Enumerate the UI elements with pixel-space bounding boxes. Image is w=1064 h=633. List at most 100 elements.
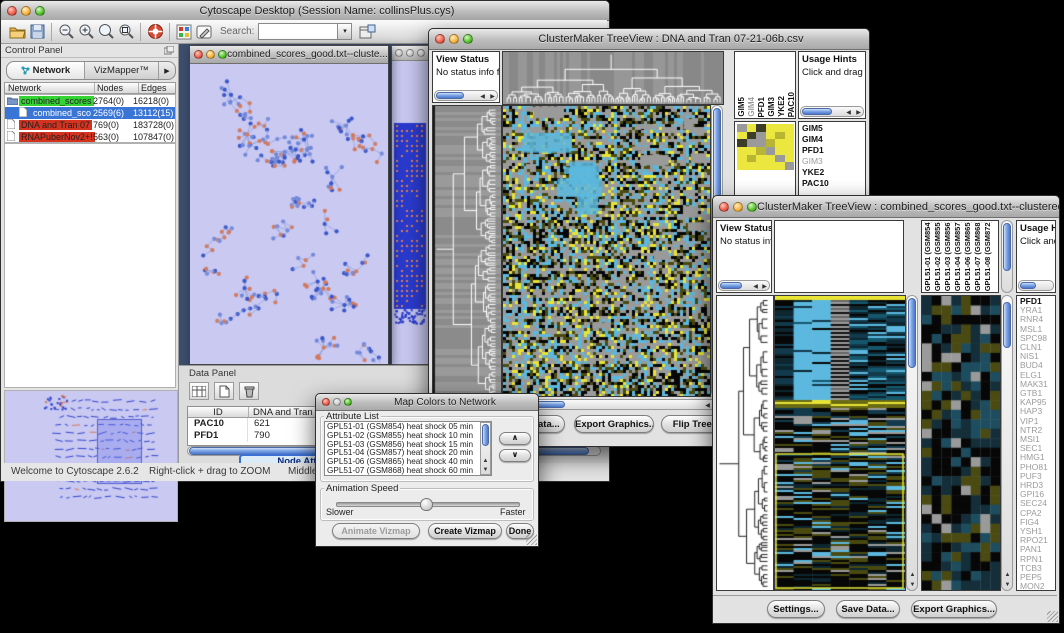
minimize-button[interactable] [733, 202, 743, 212]
gene-label[interactable]: NTR2 [1020, 426, 1048, 435]
zoom-button[interactable] [344, 398, 352, 406]
close-button[interactable] [194, 50, 203, 59]
gene-label[interactable]: ELG1 [1020, 371, 1048, 380]
zoom-heatmap-cell[interactable] [775, 124, 785, 132]
close-button[interactable] [395, 49, 403, 57]
close-button[interactable] [7, 6, 17, 16]
tv2-heatmap-vscroll[interactable]: ▲▼ [906, 295, 918, 591]
zoom-heatmap-cell[interactable] [747, 147, 757, 155]
zoom-button[interactable] [417, 49, 425, 57]
tv2-row-dendrogram[interactable] [716, 295, 774, 591]
attribute-down-button[interactable]: ∨ [499, 449, 531, 462]
gene-label[interactable]: CPA2 [1020, 509, 1048, 518]
annotation-icon[interactable] [194, 22, 214, 42]
network-canvas[interactable] [190, 64, 386, 363]
gene-label[interactable]: YKE2 [802, 167, 829, 178]
zoom-heatmap-cell[interactable] [785, 132, 795, 140]
zoom-heatmap-cell[interactable] [756, 147, 766, 155]
vizmapper-icon[interactable] [174, 22, 194, 42]
tabs-overflow-button[interactable]: ▶ [158, 62, 175, 79]
close-button[interactable] [435, 34, 445, 44]
close-button[interactable] [322, 398, 330, 406]
tv1-column-dendrogram[interactable] [502, 51, 724, 105]
float-panel-icon[interactable] [164, 46, 174, 55]
gene-label[interactable]: PAC10 [802, 178, 829, 189]
gene-label[interactable]: RPO21 [1020, 536, 1048, 545]
slider-thumb[interactable] [420, 498, 433, 511]
attribute-list-item[interactable]: GPL51-07 (GSM868) heat shock 60 min [327, 467, 489, 476]
zoom-button[interactable] [747, 202, 757, 212]
new-attribute-icon[interactable] [214, 382, 234, 400]
tv1-row-dendrogram[interactable] [432, 105, 502, 397]
close-button[interactable] [719, 202, 729, 212]
help-lifering-icon[interactable] [145, 22, 165, 42]
zoom-heatmap-cell[interactable] [756, 124, 766, 132]
tv1-status-scrollbar[interactable]: ◀▶ [434, 90, 498, 101]
tv1-hints-scrollbar[interactable]: ◀▶ [800, 106, 864, 117]
tv2-export-graphics-button[interactable]: Export Graphics... [911, 600, 997, 618]
tab-vizmapper[interactable]: VizMapper™ [85, 62, 158, 79]
zoom-heatmap-cell[interactable] [756, 162, 766, 170]
zoom-heatmap-cell[interactable] [766, 155, 776, 163]
zoom-heatmap-cell[interactable] [766, 139, 776, 147]
gene-label[interactable]: YSH1 [1020, 527, 1048, 536]
network-table-row[interactable]: combined_sco2569(6)13112(15) [5, 107, 175, 119]
gene-label[interactable]: PFD1 [1020, 297, 1048, 306]
gene-label[interactable]: RPN1 [1020, 555, 1048, 564]
gene-label[interactable]: MAK31 [1020, 380, 1048, 389]
plugin-manager-icon[interactable] [357, 22, 377, 42]
gene-label[interactable]: GPI16 [1020, 490, 1048, 499]
zoom-out-icon[interactable] [56, 22, 76, 42]
attribute-table-icon[interactable] [189, 382, 209, 400]
gene-label[interactable]: PAN1 [1020, 545, 1048, 554]
network-table-row[interactable]: RNAPuberNov2+!563(0)107847(0) [5, 131, 175, 143]
attribute-list[interactable]: GPL51-01 (GSM854) heat shock 05 minGPL51… [324, 421, 492, 476]
tv1-global-heatmap[interactable] [502, 105, 711, 397]
animate-vizmap-button[interactable]: Animate Vizmap [332, 523, 420, 539]
zoom-heatmap-cell[interactable] [737, 124, 747, 132]
gene-label[interactable]: GIM3 [802, 156, 829, 167]
zoom-heatmap-cell[interactable] [775, 155, 785, 163]
network-table-row[interactable]: combined_scores2764(0)16218(0) [5, 95, 175, 107]
tv2-zoom-heatmap[interactable] [921, 295, 1001, 591]
tv2-gene-list-panel[interactable]: PFD1YRA1RNR4MSL1SPC98CLN1NIS1BUD4ELG1MAK… [1016, 295, 1056, 591]
gene-label[interactable]: SEC1 [1020, 444, 1048, 453]
zoom-heatmap-cell[interactable] [737, 132, 747, 140]
tv2-settings-button[interactable]: Settings... [767, 600, 825, 618]
gene-label[interactable]: RNR4 [1020, 315, 1048, 324]
gene-label[interactable]: NIS1 [1020, 352, 1048, 361]
gene-label[interactable]: PUF3 [1020, 472, 1048, 481]
create-vizmap-button[interactable]: Create Vizmap [428, 523, 502, 539]
gene-label[interactable]: HMG1 [1020, 453, 1048, 462]
gene-label[interactable]: PEP5 [1020, 573, 1048, 582]
zoom-heatmap-cell[interactable] [756, 155, 766, 163]
gene-label[interactable]: GTB1 [1020, 389, 1048, 398]
zoom-heatmap-cell[interactable] [775, 132, 785, 140]
zoom-button[interactable] [218, 50, 227, 59]
zoom-heatmap-cell[interactable] [785, 147, 795, 155]
birdseye-view[interactable] [4, 390, 178, 522]
zoom-heatmap-cell[interactable] [775, 139, 785, 147]
zoom-in-icon[interactable] [76, 22, 96, 42]
zoom-heatmap-cell[interactable] [766, 162, 776, 170]
zoom-button[interactable] [463, 34, 473, 44]
gene-label[interactable]: BUD4 [1020, 361, 1048, 370]
zoom-fit-icon[interactable] [96, 22, 116, 42]
open-file-icon[interactable] [7, 22, 27, 42]
zoom-heatmap-cell[interactable] [747, 124, 757, 132]
zoom-heatmap-cell[interactable] [785, 124, 795, 132]
zoom-heatmap-cell[interactable] [756, 132, 766, 140]
search-input[interactable] [258, 23, 338, 40]
search-dropdown-arrow[interactable]: ▾ [338, 23, 352, 40]
gene-label[interactable]: MSI1 [1020, 435, 1048, 444]
gene-label[interactable]: TCB3 [1020, 564, 1048, 573]
gene-label[interactable]: VIP1 [1020, 417, 1048, 426]
gene-label[interactable]: PHO81 [1020, 463, 1048, 472]
zoom-button[interactable] [35, 6, 45, 16]
treeview1-titlebar[interactable]: ClusterMaker TreeView : DNA and Tran 07-… [429, 29, 869, 50]
zoom-heatmap-cell[interactable] [766, 124, 776, 132]
attribute-list-vscroll[interactable]: ▲▼ [480, 422, 491, 475]
tv2-status-scrollbar[interactable]: ◀▶ [718, 280, 770, 291]
tv1-export-graphics-button[interactable]: Export Graphics... [574, 415, 654, 433]
network-view-window-2[interactable] [391, 45, 431, 365]
